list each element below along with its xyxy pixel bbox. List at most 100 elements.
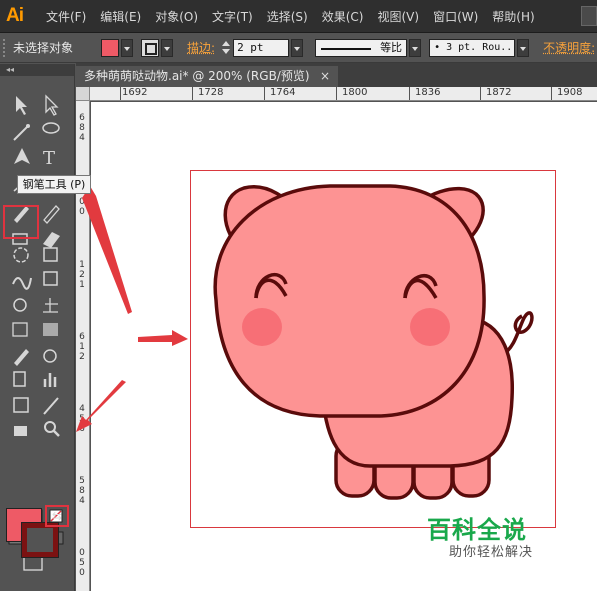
ruler-label: 0 xyxy=(79,207,85,217)
ruler-label: 1692 xyxy=(122,87,148,98)
vertical-ruler[interactable]: 6 8 4 1 0 0 1 2 1 6 1 2 4 5 6 5 8 4 0 5 … xyxy=(76,87,90,591)
profile-label: 等比 xyxy=(380,40,403,54)
menu-type[interactable]: 文字(T) xyxy=(212,8,253,25)
stroke-dropdown[interactable] xyxy=(161,38,174,57)
shape-builder-icon xyxy=(13,298,27,312)
stroke-weight-spinner[interactable] xyxy=(219,39,233,57)
free-transform-icon xyxy=(43,271,58,286)
stroke-swatch[interactable] xyxy=(141,38,160,57)
ruler-tick xyxy=(551,87,552,100)
ruler-label: 1 xyxy=(79,280,85,290)
menu-help[interactable]: 帮助(H) xyxy=(492,8,534,25)
document-tab-title: 多种萌萌哒动物.ai* @ 200% (RGB/预览) xyxy=(84,69,310,83)
menu-select[interactable]: 选择(S) xyxy=(267,8,308,25)
document-tab-bar: 多种萌萌哒动物.ai* @ 200% (RGB/预览) × xyxy=(76,63,597,87)
stroke-label[interactable]: 描边: xyxy=(187,39,215,56)
slice-tool-icon xyxy=(43,397,59,415)
ruler-label: 6 xyxy=(79,113,85,123)
menu-object[interactable]: 对象(O) xyxy=(155,8,198,25)
pen-tool-icon xyxy=(14,148,30,164)
watermark-title: 百科全说 xyxy=(427,516,527,544)
ruler-label: 5 xyxy=(79,414,85,424)
brush-definition[interactable]: • 3 pt. Rou.. xyxy=(429,38,516,57)
close-tab-icon[interactable]: × xyxy=(320,66,330,87)
ruler-tick xyxy=(264,87,265,100)
ruler-label: 2 xyxy=(79,270,85,280)
magic-wand-icon xyxy=(13,125,29,141)
profile-line xyxy=(321,47,372,50)
blend-tool-icon xyxy=(43,349,57,363)
ruler-label: 8 xyxy=(79,486,85,496)
type-tool-icon: T xyxy=(43,148,55,169)
brush-dropdown[interactable] xyxy=(517,38,530,57)
bridge-button[interactable] xyxy=(581,6,597,26)
pen-tool-highlight[interactable] xyxy=(3,205,39,239)
opacity-label[interactable]: 不透明度: xyxy=(543,39,595,56)
ruler-label: 1728 xyxy=(198,87,224,98)
warp-tool-icon xyxy=(12,277,32,290)
ruler-label: 2 xyxy=(79,352,85,362)
ruler-label: 1 xyxy=(79,342,85,352)
horizontal-ruler[interactable]: 1692 1728 1764 1800 1836 1872 1908 xyxy=(90,87,597,101)
panel-grip[interactable] xyxy=(3,38,7,57)
mesh-tool-icon xyxy=(12,322,28,337)
ruler-tick xyxy=(480,87,481,100)
variable-width-profile[interactable]: 等比 xyxy=(315,38,408,57)
menu-bar: Ai 文件(F) 编辑(E) 对象(O) 文字(T) 选择(S) 效果(C) 视… xyxy=(0,0,597,33)
gradient-tool-icon xyxy=(43,323,58,336)
stroke-color-box[interactable] xyxy=(21,522,59,558)
selection-tool-icon xyxy=(16,96,27,115)
zoom-tool-icon xyxy=(44,421,56,433)
menu-effect[interactable]: 效果(C) xyxy=(322,8,364,25)
menu-items: 文件(F) 编辑(E) 对象(O) 文字(T) 选择(S) 效果(C) 视图(V… xyxy=(46,8,549,25)
ruler-label: 4 xyxy=(79,496,85,506)
ruler-label: 0 xyxy=(79,548,85,558)
ruler-label: 8 xyxy=(79,123,85,133)
screen-mode-icon xyxy=(23,555,43,571)
pencil-icon xyxy=(43,205,60,224)
watermark-subtitle: 助你轻松解决 xyxy=(449,545,534,560)
ruler-label: 0 xyxy=(79,568,85,578)
symbol-sprayer-icon xyxy=(13,371,26,387)
artboard[interactable] xyxy=(190,170,556,528)
menu-view[interactable]: 视图(V) xyxy=(377,8,419,25)
fill-dropdown[interactable] xyxy=(121,38,134,57)
menu-edit[interactable]: 编辑(E) xyxy=(100,8,141,25)
column-graph-icon xyxy=(43,373,57,387)
ruler-label: 5 xyxy=(79,558,85,568)
ruler-tick xyxy=(120,87,121,100)
ruler-tick xyxy=(192,87,193,100)
rotate-tool-icon xyxy=(13,247,29,263)
pen-tool-tooltip: 钢笔工具 (P) xyxy=(17,175,91,194)
selection-status: 未选择对象 xyxy=(13,41,74,55)
swap-fill-stroke-icon[interactable]: ⇆ xyxy=(45,505,69,527)
ruler-tick xyxy=(409,87,410,100)
ruler-label: 1908 xyxy=(557,87,583,98)
ruler-label: 4 xyxy=(79,404,85,414)
profile-dropdown[interactable] xyxy=(409,38,422,57)
fill-swatch[interactable] xyxy=(101,38,120,57)
ruler-tick xyxy=(336,87,337,100)
scale-tool-icon xyxy=(43,247,58,262)
menu-file[interactable]: 文件(F) xyxy=(46,8,86,25)
ruler-label: 1872 xyxy=(486,87,512,98)
artboard-tool-icon xyxy=(13,397,29,413)
eyedropper-icon xyxy=(14,349,29,366)
document-tab[interactable]: 多种萌萌哒动物.ai* @ 200% (RGB/预览) × xyxy=(76,66,338,87)
stroke-weight-dropdown[interactable] xyxy=(291,38,304,57)
perspective-grid-icon xyxy=(43,298,58,313)
menu-window[interactable]: 窗口(W) xyxy=(433,8,478,25)
lasso-icon xyxy=(42,122,60,134)
ruler-label: 5 xyxy=(79,476,85,486)
ruler-label: 6 xyxy=(79,424,85,434)
ruler-label: 0 xyxy=(79,197,85,207)
hand-tool-icon xyxy=(14,426,27,436)
illustrator-window: Ai 文件(F) 编辑(E) 对象(O) 文字(T) 选择(S) 效果(C) 视… xyxy=(0,0,597,591)
ruler-label: 1 xyxy=(79,260,85,270)
ruler-origin[interactable] xyxy=(76,87,90,101)
ruler-label: 1800 xyxy=(342,87,368,98)
stroke-weight-input[interactable]: 2 pt xyxy=(233,38,290,57)
eraser-icon xyxy=(43,232,60,248)
app-logo: Ai xyxy=(6,5,24,26)
ruler-label: 6 xyxy=(79,332,85,342)
